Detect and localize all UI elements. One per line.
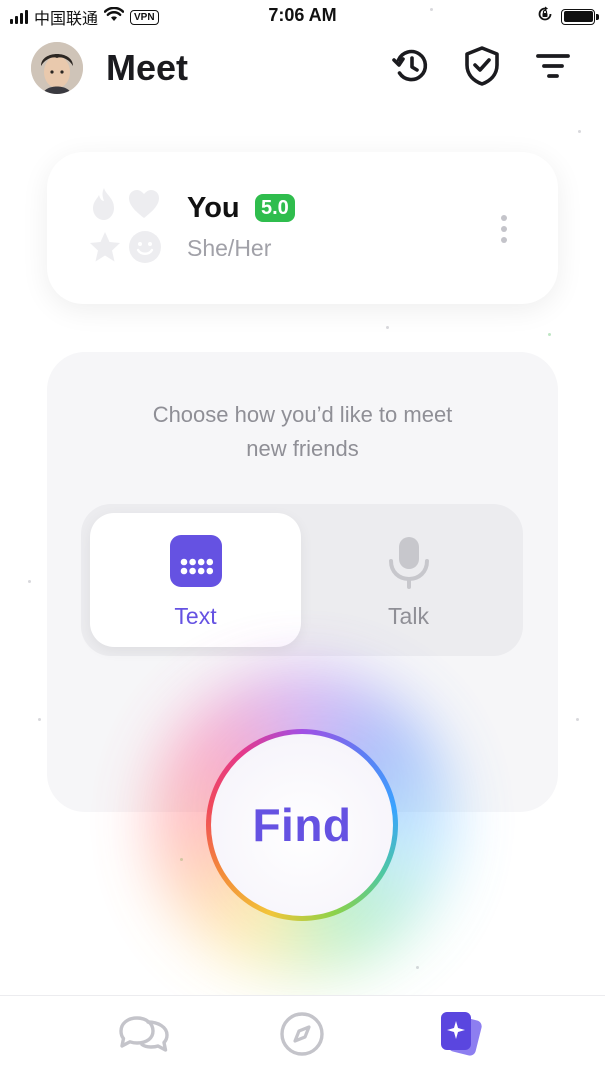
mode-label-talk: Talk <box>388 603 429 629</box>
smile-icon <box>128 230 162 269</box>
microphone-icon <box>383 535 435 589</box>
flame-icon <box>89 186 119 227</box>
status-time: 7:06 AM <box>268 5 337 25</box>
more-options-button[interactable] <box>493 212 515 246</box>
filter-button[interactable] <box>530 45 576 91</box>
nav-meet[interactable] <box>430 1010 490 1062</box>
cards-sparkle-icon <box>433 1008 487 1065</box>
mode-option-text[interactable]: Text <box>90 513 301 647</box>
find-button-face: Find <box>211 734 393 916</box>
speckle <box>38 718 41 721</box>
safety-button[interactable] <box>459 45 505 91</box>
star-icon <box>87 230 123 269</box>
avatar[interactable] <box>31 42 83 94</box>
more-dot-icon <box>501 215 507 221</box>
history-button[interactable] <box>388 45 434 91</box>
heart-icon <box>127 188 161 225</box>
nav-chats[interactable] <box>114 1010 174 1062</box>
mode-label-text: Text <box>174 603 217 629</box>
achievement-badges <box>87 186 165 270</box>
rating-badge: 5.0 <box>255 194 295 222</box>
profile-card[interactable]: You 5.0 She/Her <box>47 152 558 304</box>
more-dot-icon <box>501 226 507 232</box>
history-icon <box>390 45 432 92</box>
shield-check-icon <box>462 45 502 92</box>
speckle <box>416 966 419 969</box>
mode-toggle: Text Talk <box>81 504 523 656</box>
nav-explore[interactable] <box>272 1010 332 1062</box>
bottom-nav <box>0 995 605 1075</box>
battery-icon <box>561 8 599 25</box>
mode-option-talk[interactable]: Talk <box>303 513 514 647</box>
status-bar: 中国联通 VPN 7:06 AM <box>0 0 605 30</box>
profile-pronouns: She/Her <box>187 235 272 261</box>
filter-icon <box>534 49 572 88</box>
profile-name: You <box>187 192 240 224</box>
chat-bubbles-icon <box>115 1012 173 1061</box>
find-label: Find <box>252 799 352 851</box>
speckle <box>578 130 581 133</box>
mode-prompt: Choose how you’d like to meet new friend… <box>152 402 453 461</box>
orientation-lock-icon <box>537 6 553 27</box>
more-dot-icon <box>501 237 507 243</box>
speckle <box>386 326 389 329</box>
keyboard-icon <box>170 535 222 587</box>
status-right <box>537 6 599 27</box>
speckle <box>576 718 579 721</box>
find-button[interactable]: Find <box>206 729 398 921</box>
compass-icon <box>278 1010 326 1063</box>
speckle <box>28 580 31 583</box>
speckle <box>548 333 551 336</box>
page-title: Meet <box>106 47 189 88</box>
